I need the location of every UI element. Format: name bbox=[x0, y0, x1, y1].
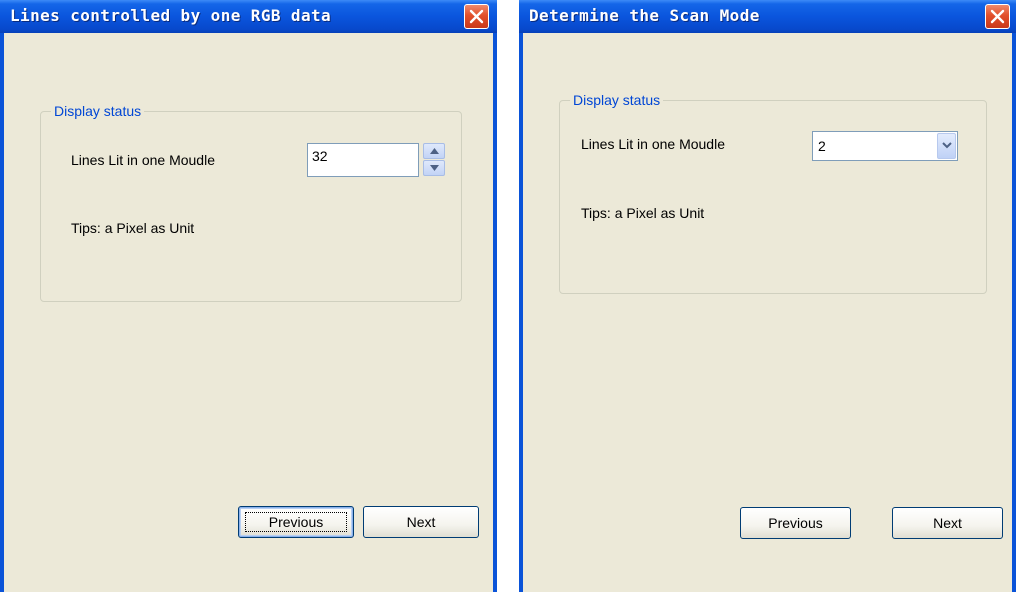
left-lines-lit-spin-input[interactable]: 32 bbox=[307, 143, 419, 177]
right-display-status-group: Display status Lines Lit in one Moudle 2… bbox=[559, 92, 987, 294]
combo-dropdown-button[interactable] bbox=[937, 133, 956, 159]
left-window-title: Lines controlled by one RGB data bbox=[10, 6, 332, 25]
spin-down-button[interactable] bbox=[423, 160, 445, 176]
right-close-button[interactable] bbox=[985, 4, 1010, 29]
right-title-bar[interactable]: Determine the Scan Mode bbox=[519, 0, 1016, 33]
right-group-title: Display status bbox=[570, 92, 664, 109]
close-icon bbox=[469, 9, 484, 24]
spin-up-button[interactable] bbox=[423, 143, 445, 159]
chevron-down-icon bbox=[942, 142, 952, 149]
right-window-title: Determine the Scan Mode bbox=[529, 6, 760, 25]
right-previous-button[interactable]: Previous bbox=[740, 507, 851, 539]
right-lines-lit-label: Lines Lit in one Moudle bbox=[581, 136, 725, 152]
close-icon bbox=[990, 9, 1005, 24]
right-lines-lit-combobox[interactable]: 2 bbox=[812, 131, 958, 161]
right-tip-text: Tips: a Pixel as Unit bbox=[581, 205, 705, 221]
left-tip-text: Tips: a Pixel as Unit bbox=[71, 220, 195, 236]
left-display-status-group: Display status Lines Lit in one Moudle 3… bbox=[40, 103, 462, 302]
right-dialog-window: Determine the Scan Mode Display status L… bbox=[519, 0, 1016, 592]
right-client-area: Display status Lines Lit in one Moudle 2… bbox=[523, 33, 1012, 592]
left-previous-button[interactable]: Previous bbox=[238, 506, 354, 538]
arrow-down-icon bbox=[430, 165, 439, 171]
left-close-button[interactable] bbox=[464, 4, 489, 29]
arrow-up-icon bbox=[430, 148, 439, 154]
left-lines-lit-label: Lines Lit in one Moudle bbox=[71, 152, 215, 168]
left-next-button[interactable]: Next bbox=[363, 506, 479, 538]
left-client-area: Display status Lines Lit in one Moudle 3… bbox=[4, 33, 493, 592]
left-group-title: Display status bbox=[51, 103, 145, 120]
right-next-button[interactable]: Next bbox=[892, 507, 1003, 539]
combo-selected-value: 2 bbox=[818, 138, 826, 154]
left-title-bar[interactable]: Lines controlled by one RGB data bbox=[0, 0, 497, 33]
left-dialog-window: Lines controlled by one RGB data Display… bbox=[0, 0, 497, 592]
